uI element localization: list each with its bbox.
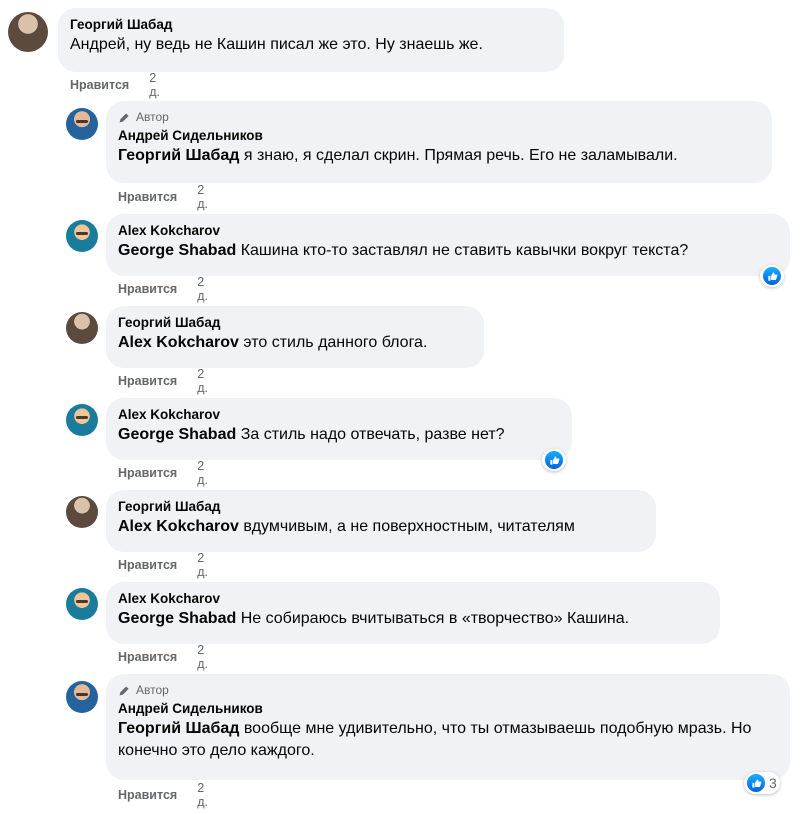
like-button[interactable]: Нравится [118, 650, 177, 664]
avatar[interactable] [66, 220, 98, 252]
thumbs-up-icon [545, 451, 563, 469]
comment-text: Кашина кто-то заставлял не ставить кавыч… [236, 242, 689, 259]
comment-bubble: Alex Kokcharov George Shabad За стиль на… [106, 398, 572, 460]
pen-icon [119, 685, 129, 695]
comment-age[interactable]: 2 д. [149, 71, 160, 99]
comment-age[interactable]: 2 д. [197, 551, 208, 579]
comment-bubble: Георгий Шабад Андрей, ну ведь не Кашин п… [58, 8, 564, 72]
avatar[interactable] [66, 312, 98, 344]
avatar[interactable] [66, 681, 98, 713]
comment-age[interactable]: 2 д. [197, 275, 208, 303]
comment-author[interactable]: Георгий Шабад [118, 314, 472, 332]
comment-author[interactable]: Alex Kokcharov [118, 222, 778, 240]
mention[interactable]: Alex Kokcharov [118, 518, 239, 535]
thumbs-up-icon [763, 267, 781, 285]
comment-age[interactable]: 2 д. [197, 183, 208, 211]
comment-author[interactable]: Георгий Шабад [118, 498, 644, 516]
comment-author[interactable]: Андрей Сидельников [118, 127, 760, 145]
thumbs-up-icon [747, 774, 765, 792]
comment-actions: Нравится 2 д. [118, 551, 208, 579]
comment-bubble: Alex Kokcharov George Shabad Кашина кто-… [106, 214, 790, 276]
comment-author[interactable]: Георгий Шабад [70, 16, 552, 34]
reaction-badge[interactable] [542, 449, 566, 471]
comment-text: Не собираюсь вчитываться в «творчество» … [236, 610, 630, 627]
avatar[interactable] [66, 404, 98, 436]
comment-text: За стиль надо отвечать, разве нет? [236, 426, 505, 443]
comment-age[interactable]: 2 д. [197, 367, 208, 395]
like-button[interactable]: Нравится [118, 282, 177, 296]
avatar[interactable] [66, 588, 98, 620]
mention[interactable]: Alex Kokcharov [118, 334, 239, 351]
comment-actions: Нравится 2 д. [70, 71, 160, 99]
reaction-count: 3 [769, 775, 777, 791]
comment-bubble: Alex Kokcharov George Shabad Не собираюс… [106, 582, 720, 644]
like-button[interactable]: Нравится [118, 466, 177, 480]
mention[interactable]: Георгий Шабад [118, 147, 239, 164]
like-button[interactable]: Нравится [118, 190, 177, 204]
avatar[interactable] [66, 108, 98, 140]
author-badge: Автор [118, 109, 760, 125]
comment-bubble: Георгий Шабад Alex Kokcharov вдумчивым, … [106, 490, 656, 552]
comment-age[interactable]: 2 д. [197, 643, 208, 671]
comment-actions: Нравится 2 д. [118, 459, 208, 487]
author-badge: Автор [118, 682, 778, 698]
comment-text: это стиль данного блога. [238, 334, 428, 351]
mention[interactable]: George Shabad [118, 610, 236, 627]
mention[interactable]: George Shabad [118, 426, 236, 443]
reaction-badge[interactable]: 3 [744, 772, 780, 794]
comment-bubble: Автор Андрей Сидельников Георгий Шабад в… [106, 674, 790, 780]
comment-bubble: Георгий Шабад Alex Kokcharov это стиль д… [106, 306, 484, 368]
avatar[interactable] [8, 12, 48, 52]
comment-actions: Нравится 2 д. [118, 183, 208, 211]
comment-actions: Нравится 2 д. [118, 781, 208, 809]
comment-age[interactable]: 2 д. [197, 781, 208, 809]
comment-age[interactable]: 2 д. [197, 459, 208, 487]
comment-actions: Нравится 2 д. [118, 275, 208, 303]
reaction-badge[interactable] [760, 265, 784, 287]
like-button[interactable]: Нравится [118, 558, 177, 572]
comment-actions: Нравится 2 д. [118, 643, 208, 671]
comment-author[interactable]: Alex Kokcharov [118, 590, 708, 608]
comment-author[interactable]: Alex Kokcharov [118, 406, 560, 424]
comment-author[interactable]: Андрей Сидельников [118, 700, 778, 718]
mention[interactable]: Георгий Шабад [118, 720, 239, 737]
comment-actions: Нравится 2 д. [118, 367, 208, 395]
pen-icon [119, 112, 129, 122]
avatar[interactable] [66, 496, 98, 528]
comment-bubble: Автор Андрей Сидельников Георгий Шабад я… [106, 101, 772, 183]
comment-text: вдумчивым, а не поверхностным, читателям [238, 518, 575, 535]
like-button[interactable]: Нравится [70, 78, 129, 92]
mention[interactable]: George Shabad [118, 242, 236, 259]
like-button[interactable]: Нравится [118, 788, 177, 802]
comment-text: я знаю, я сделал скрин. Прямая речь. Его… [239, 147, 678, 164]
comment-text: Андрей, ну ведь не Кашин писал же это. Н… [70, 36, 483, 53]
like-button[interactable]: Нравится [118, 374, 177, 388]
